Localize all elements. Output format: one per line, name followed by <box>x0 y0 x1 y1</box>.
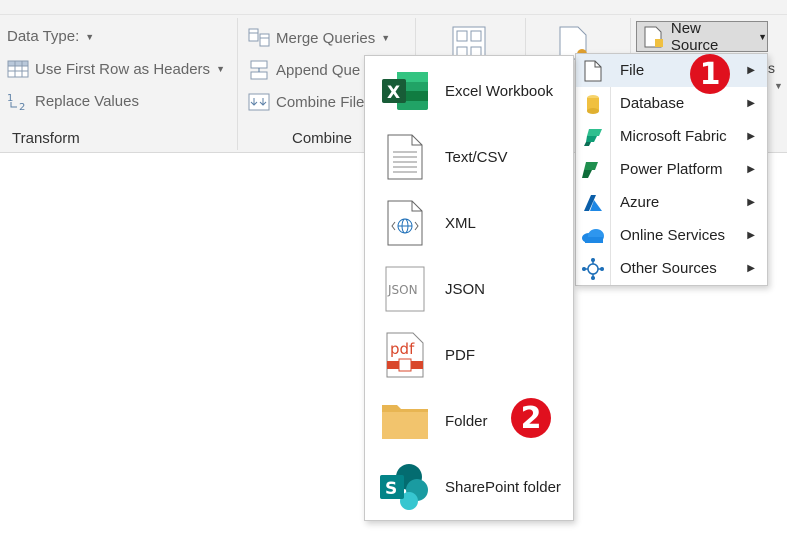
menu-item-label: SharePoint folder <box>445 478 561 496</box>
svg-text:pdf: pdf <box>390 340 415 358</box>
menu-item-label: File <box>620 62 645 79</box>
menu-item-excel-workbook[interactable]: X Excel Workbook <box>365 58 573 124</box>
append-queries-icon <box>250 60 268 80</box>
use-first-row-label: Use First Row as Headers <box>35 60 211 78</box>
svg-text:2: 2 <box>19 102 25 110</box>
recent-sources-label: s <box>768 60 775 76</box>
svg-text:X: X <box>387 83 400 103</box>
data-type-button[interactable]: Data Type: ▼ <box>7 28 94 45</box>
fabric-icon <box>584 128 602 146</box>
menu-item-label: Other Sources <box>620 260 717 277</box>
combine-files-icon <box>248 93 270 111</box>
chevron-down-icon: ▼ <box>216 64 225 74</box>
chevron-down-icon: ▼ <box>774 81 783 91</box>
replace-values-icon: 1 2 <box>7 93 25 110</box>
pdf-icon: pdf <box>386 332 424 378</box>
excel-icon: X <box>382 72 428 110</box>
menu-item-label: Microsoft Fabric <box>620 128 727 145</box>
database-icon <box>587 94 599 114</box>
text-file-icon <box>387 134 423 180</box>
menu-item-database[interactable]: Database ▶ <box>576 87 767 120</box>
power-platform-icon <box>582 161 598 178</box>
menu-item-microsoft-fabric[interactable]: Microsoft Fabric ▶ <box>576 120 767 153</box>
append-queries-label: Append Que <box>276 61 361 79</box>
table-header-icon <box>7 60 29 78</box>
menu-item-label: Excel Workbook <box>445 82 554 100</box>
chevron-down-icon: ▼ <box>758 31 767 42</box>
chevron-right-icon: ▶ <box>747 197 755 208</box>
menu-item-text-csv[interactable]: Text/CSV <box>365 124 573 190</box>
menu-item-file[interactable]: File ▶ <box>576 54 767 87</box>
combine-files-label: Combine File <box>276 93 365 111</box>
svg-text:S: S <box>385 479 397 499</box>
step-badge-two: 2 <box>511 398 551 438</box>
svg-text:JSON: JSON <box>387 283 418 297</box>
xml-icon <box>387 200 423 246</box>
menu-item-label: PDF <box>445 346 475 364</box>
group-separator <box>237 18 238 150</box>
menu-item-azure[interactable]: Azure ▶ <box>576 186 767 219</box>
network-icon <box>582 257 604 280</box>
menu-item-json[interactable]: JSON JSON <box>365 256 573 322</box>
azure-icon <box>584 194 602 211</box>
replace-values-button[interactable]: 1 2 Replace Values <box>7 92 139 111</box>
append-queries-button[interactable]: Append Que <box>248 60 360 80</box>
menu-item-label: Database <box>620 95 685 112</box>
merge-queries-label: Merge Queries <box>276 29 376 47</box>
new-source-menu: File ▶ Database ▶ Microsoft Fabric ▶ Pow… <box>575 53 768 286</box>
menu-item-online-services[interactable]: Online Services ▶ <box>576 219 767 252</box>
menu-item-label: JSON <box>445 280 486 298</box>
chevron-right-icon: ▶ <box>747 98 755 109</box>
merge-queries-button[interactable]: Merge Queries ▼ <box>248 28 390 48</box>
menu-item-label: XML <box>445 214 476 232</box>
replace-values-label: Replace Values <box>35 92 139 110</box>
ribbon-divider <box>0 14 787 15</box>
menu-item-label: Text/CSV <box>445 148 508 166</box>
folder-icon <box>382 405 428 439</box>
menu-item-sharepoint-folder[interactable]: S SharePoint folder <box>365 454 573 520</box>
step-badge-one: 1 <box>690 54 730 94</box>
menu-item-label: Azure <box>620 194 660 211</box>
transform-group-label: Transform <box>12 130 80 147</box>
file-icon <box>584 60 602 81</box>
chevron-down-icon: ▼ <box>85 31 95 42</box>
menu-item-label: Online Services <box>620 227 726 244</box>
merge-queries-icon <box>248 28 270 47</box>
file-submenu: X Excel Workbook Text/CSV XML JSON JSON … <box>364 55 574 521</box>
sharepoint-icon: S <box>380 464 428 510</box>
menu-item-other-sources[interactable]: Other Sources ▶ <box>576 252 767 285</box>
json-icon: JSON <box>385 266 425 312</box>
recent-sources-button[interactable]: s ▼ <box>768 60 787 92</box>
chevron-right-icon: ▶ <box>747 65 755 76</box>
svg-text:1: 1 <box>7 93 13 104</box>
chevron-right-icon: ▶ <box>747 131 755 142</box>
new-source-icon <box>644 26 663 47</box>
data-type-label: Data Type: <box>7 28 80 45</box>
combine-group-label: Combine <box>292 130 353 147</box>
chevron-right-icon: ▶ <box>747 230 755 241</box>
use-first-row-headers-button[interactable]: Use First Row as Headers ▼ <box>7 60 225 78</box>
cloud-icon <box>582 228 604 243</box>
menu-item-power-platform[interactable]: Power Platform ▶ <box>576 153 767 186</box>
new-source-label: New Source <box>670 19 719 54</box>
chevron-right-icon: ▶ <box>747 263 755 274</box>
menu-item-xml[interactable]: XML <box>365 190 573 256</box>
combine-files-button[interactable]: Combine File <box>248 92 364 112</box>
menu-item-label: Folder <box>445 412 488 430</box>
menu-item-pdf[interactable]: pdf PDF <box>365 322 573 388</box>
menu-item-label: Power Platform <box>620 161 723 178</box>
chevron-right-icon: ▶ <box>747 164 755 175</box>
new-source-button[interactable]: New Source ▼ <box>636 19 768 54</box>
chevron-down-icon: ▼ <box>381 33 391 43</box>
